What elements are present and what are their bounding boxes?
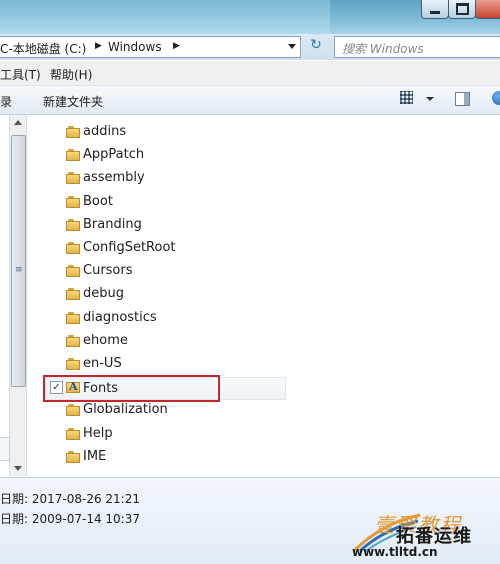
nav-pane-edge	[0, 437, 10, 461]
folder-label[interactable]: Help	[83, 426, 113, 441]
folder-icon	[66, 149, 80, 162]
modified-date: 日期: 2017-08-26 21:21	[0, 492, 140, 506]
command-toolbar: 录 新建文件夹	[0, 86, 500, 115]
folder-label[interactable]: Globalization	[83, 402, 168, 417]
folder-item[interactable]: ConfigSetRoot	[60, 238, 300, 260]
folder-item[interactable]: assembly	[60, 168, 300, 190]
folder-icon	[66, 242, 80, 254]
address-bar[interactable]: C-本地磁盘 (C:) ▶ Windows ▶	[0, 36, 301, 58]
folder-item[interactable]: ehome	[60, 331, 300, 353]
folder-label[interactable]: ehome	[83, 333, 128, 348]
watermark-logo: 壹聚教程 拓番运维 www.tlltd.cn	[352, 505, 500, 563]
minimize-button[interactable]	[421, 0, 449, 19]
grip-icon: ≡	[15, 265, 23, 275]
refresh-button[interactable]: ↻	[305, 36, 327, 54]
folder-icon	[66, 450, 80, 463]
folder-icon	[66, 404, 80, 417]
view-options-icon[interactable]	[400, 91, 413, 104]
folder-icon	[66, 358, 80, 370]
folder-icon	[66, 334, 80, 347]
search-placeholder: 搜索 Windows	[342, 42, 424, 56]
title-bar-glass	[0, 0, 330, 34]
folder-item[interactable]: diagnostics	[60, 308, 300, 330]
folder-label[interactable]: assembly	[83, 170, 145, 185]
view-dropdown-icon[interactable]	[426, 97, 434, 101]
folder-item[interactable]: Globalization	[60, 400, 300, 422]
folder-label[interactable]: ConfigSetRoot	[83, 240, 176, 255]
folder-label[interactable]: en-US	[83, 356, 122, 371]
toolbar-item-partial[interactable]: 录	[0, 93, 12, 110]
folder-item[interactable]: AppPatch	[60, 145, 300, 167]
vertical-scrollbar[interactable]: ≡	[9, 115, 27, 476]
folder-item[interactable]: IME	[60, 447, 300, 469]
folder-icon	[66, 311, 80, 324]
folder-label[interactable]: debug	[83, 286, 124, 301]
folder-label[interactable]: addins	[83, 124, 126, 139]
highlight-annotation-box	[43, 375, 220, 402]
breadcrumb-separator-icon[interactable]: ▶	[95, 41, 102, 51]
folder-item[interactable]: Help	[60, 424, 300, 446]
scroll-down-icon[interactable]	[14, 466, 22, 471]
folder-icon	[66, 265, 80, 278]
new-folder-button[interactable]: 新建文件夹	[43, 93, 103, 110]
folder-label[interactable]: Branding	[83, 217, 142, 232]
folder-icon	[66, 195, 80, 208]
help-icon[interactable]	[492, 91, 500, 105]
maximize-icon	[455, 3, 469, 15]
preview-pane-icon[interactable]	[455, 92, 470, 106]
menu-bar: 工具(T) 帮助(H)	[0, 61, 500, 86]
breadcrumb-drive[interactable]: C-本地磁盘 (C:)	[0, 40, 86, 57]
breadcrumb-separator-icon[interactable]: ▶	[173, 41, 180, 51]
close-button[interactable]	[475, 0, 500, 19]
scroll-up-icon[interactable]	[14, 120, 22, 125]
menu-help[interactable]: 帮助(H)	[50, 66, 92, 83]
folder-label[interactable]: Cursors	[83, 263, 133, 278]
folder-item[interactable]: Branding	[60, 215, 300, 237]
folder-icon	[66, 126, 80, 138]
created-date: 日期: 2009-07-14 10:37	[0, 512, 140, 526]
folder-item[interactable]: debug	[60, 284, 300, 306]
refresh-icon: ↻	[310, 37, 322, 53]
folder-item[interactable]: Boot	[60, 192, 300, 214]
minimize-icon	[430, 10, 440, 14]
folder-icon	[66, 218, 80, 231]
folder-icon	[66, 288, 80, 301]
address-dropdown-icon[interactable]	[288, 44, 296, 49]
breadcrumb-windows[interactable]: Windows	[108, 40, 162, 54]
folder-icon	[66, 427, 80, 440]
folder-item[interactable]: Cursors	[60, 261, 300, 283]
folder-label[interactable]: diagnostics	[83, 310, 157, 325]
folder-icon	[66, 172, 80, 185]
watermark-url: www.tlltd.cn	[352, 545, 438, 559]
menu-tools[interactable]: 工具(T)	[0, 66, 41, 83]
maximize-button[interactable]	[448, 0, 476, 19]
folder-item[interactable]: en-US	[60, 354, 300, 376]
search-input[interactable]: 搜索 Windows	[334, 36, 500, 58]
folder-item[interactable]: addins	[60, 122, 300, 144]
scrollbar-thumb[interactable]: ≡	[11, 135, 26, 387]
folder-label[interactable]: Boot	[83, 194, 113, 209]
folder-label[interactable]: AppPatch	[83, 147, 144, 162]
folder-label[interactable]: IME	[83, 449, 106, 464]
